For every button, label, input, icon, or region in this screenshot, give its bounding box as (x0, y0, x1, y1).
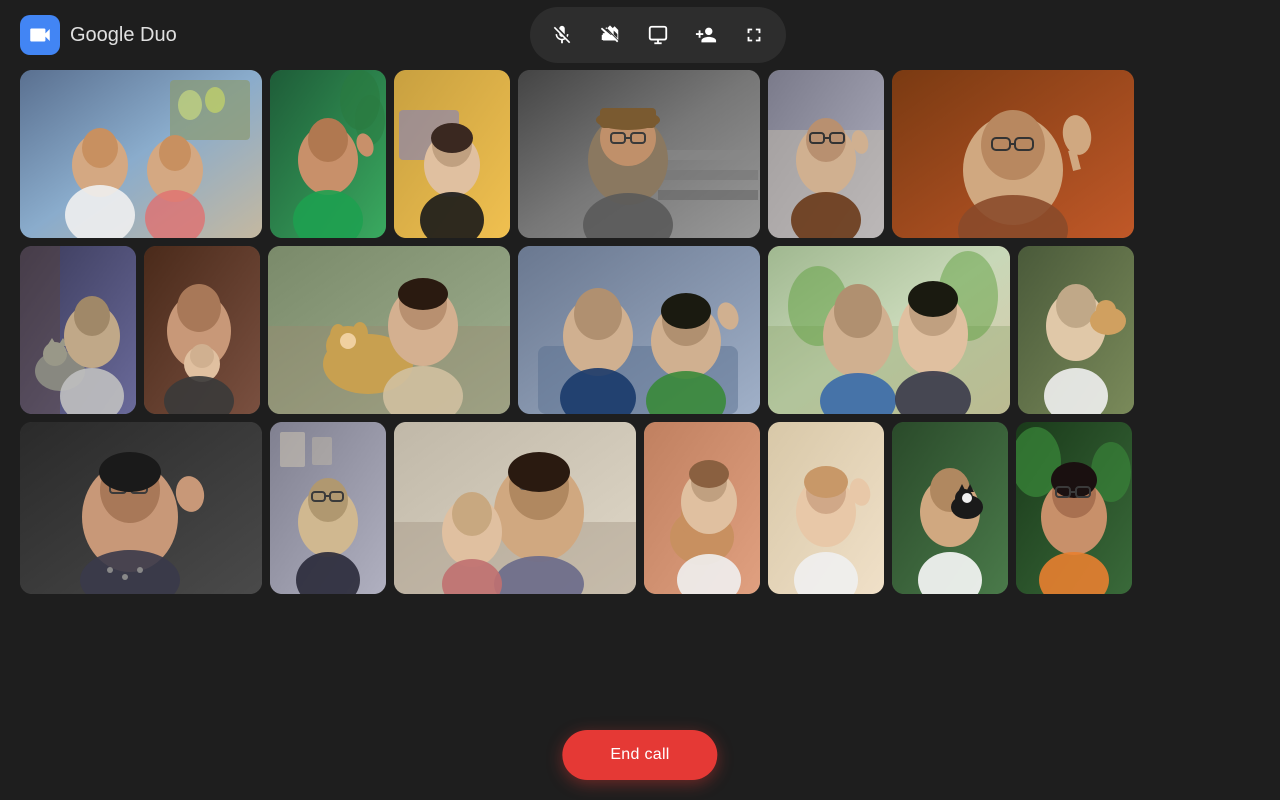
grid-row-3 (20, 422, 1260, 594)
fullscreen-icon (743, 24, 765, 46)
video-tile-7[interactable] (20, 246, 136, 414)
video-tile-18[interactable] (892, 422, 1008, 594)
video-tile-10[interactable] (518, 246, 760, 414)
videocam-off-icon (599, 24, 621, 46)
video-tile-12[interactable] (1018, 246, 1134, 414)
video-tile-14[interactable] (270, 422, 386, 594)
video-tile-8[interactable] (144, 246, 260, 414)
video-tile-3[interactable] (394, 70, 510, 238)
add-person-icon (695, 24, 717, 46)
video-tile-5[interactable] (768, 70, 884, 238)
video-tile-9[interactable] (268, 246, 510, 414)
header: Google Duo (0, 0, 1280, 70)
video-tile-13[interactable] (20, 422, 262, 594)
video-tile-11[interactable] (768, 246, 1010, 414)
video-tile-16[interactable] (644, 422, 760, 594)
add-person-button[interactable] (684, 13, 728, 57)
mic-off-icon (551, 24, 573, 46)
video-tile-15[interactable] (394, 422, 636, 594)
grid-row-1 (20, 70, 1260, 238)
grid-row-2 (20, 246, 1260, 414)
video-tile-19[interactable] (1016, 422, 1132, 594)
effects-button[interactable] (636, 13, 680, 57)
video-tile-4[interactable] (518, 70, 760, 238)
video-off-button[interactable] (588, 13, 632, 57)
effects-icon (647, 24, 669, 46)
end-call-button[interactable]: End call (562, 730, 717, 780)
mute-button[interactable] (540, 13, 584, 57)
end-call-container: End call (562, 730, 717, 780)
toolbar (530, 7, 786, 63)
fullscreen-button[interactable] (732, 13, 776, 57)
google-duo-logo-icon (20, 15, 60, 55)
video-tile-6[interactable] (892, 70, 1134, 238)
video-tile-1[interactable] (20, 70, 262, 238)
video-grid (0, 70, 1280, 594)
video-tile-2[interactable] (270, 70, 386, 238)
app-name: Google Duo (70, 24, 177, 47)
logo-area: Google Duo (20, 15, 177, 55)
video-tile-17[interactable] (768, 422, 884, 594)
